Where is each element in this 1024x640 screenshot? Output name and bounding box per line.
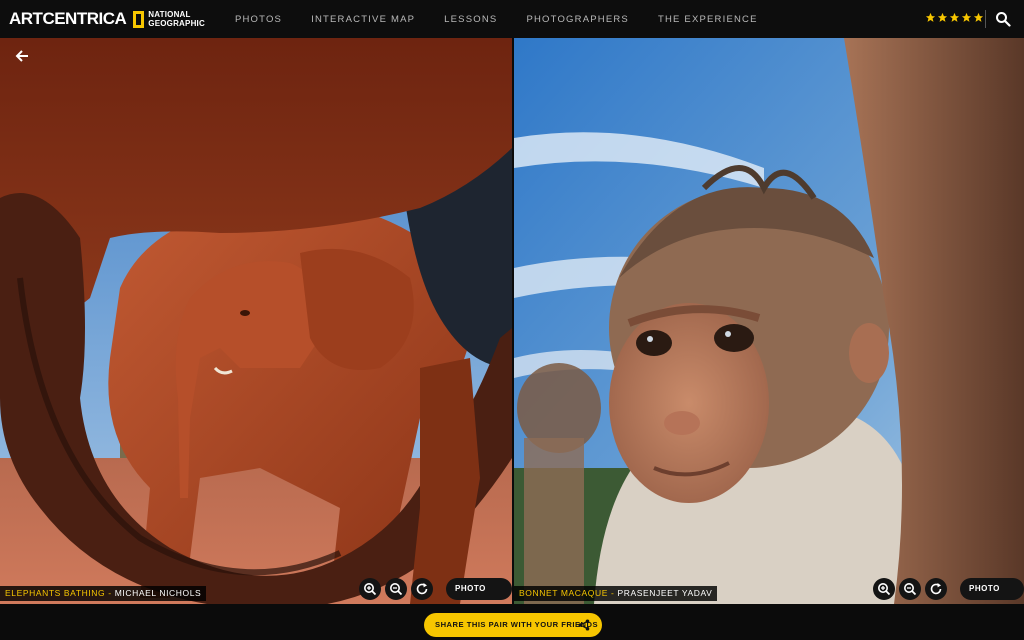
left-photo-title: ELEPHANTS BATHING — [5, 588, 106, 598]
brand-logo[interactable]: ARTCENTRICA NATIONAL GEOGRAPHIC — [9, 9, 205, 29]
brand-name: ARTCENTRICA — [9, 9, 127, 28]
right-photo-title: BONNET MACAQUE — [519, 588, 609, 598]
elephants-photo[interactable] — [0, 38, 512, 604]
macaque-photo[interactable] — [514, 38, 1024, 604]
main-nav: PHOTOS INTERACTIVE MAP LESSONS PHOTOGRAP… — [235, 14, 787, 25]
left-zoom-in-button[interactable] — [359, 578, 381, 600]
left-reset-button[interactable] — [411, 578, 433, 600]
right-photo-info-button[interactable]: PHOTO INFO — [960, 578, 1024, 600]
right-photo-author: PRASENJEET YADAV — [617, 588, 713, 598]
partner-line-2: GEOGRAPHIC — [148, 19, 205, 28]
share-pair-button[interactable]: SHARE THIS PAIR WITH YOUR FRIENDS — [424, 613, 602, 637]
header-divider — [985, 10, 986, 28]
nav-item-the-experience[interactable]: THE EXPERIENCE — [658, 14, 758, 25]
left-caption-separator: - — [108, 588, 112, 598]
share-icon — [578, 619, 590, 631]
top-navigation-bar: ARTCENTRICA NATIONAL GEOGRAPHIC PHOTOS I… — [0, 0, 1024, 38]
nav-item-interactive-map[interactable]: INTERACTIVE MAP — [311, 14, 415, 25]
left-photo-caption: ELEPHANTS BATHING - MICHAEL NICHOLS — [0, 586, 207, 601]
rating-stars[interactable] — [925, 12, 985, 23]
nav-item-lessons[interactable]: LESSONS — [444, 14, 497, 25]
refresh-icon — [416, 583, 428, 595]
right-photo-panel: BONNET MACAQUE-PRASENJEET YADAV PHOTO IN… — [514, 38, 1024, 604]
left-photo-panel: ELEPHANTS BATHING - MICHAEL NICHOLS PHOTO … — [0, 38, 512, 604]
star-icon — [925, 12, 936, 22]
right-zoom-out-button[interactable] — [899, 578, 921, 600]
star-icon — [961, 12, 972, 22]
search-icon[interactable] — [995, 11, 1011, 27]
zoom-out-icon — [390, 583, 403, 596]
right-reset-button[interactable] — [925, 578, 947, 600]
right-photo-caption: BONNET MACAQUE - PRASENJEET YADAV — [514, 586, 718, 601]
star-icon — [949, 12, 960, 22]
partner-logo-text: NATIONAL GEOGRAPHIC — [148, 10, 205, 28]
national-geographic-logo-icon — [133, 10, 145, 28]
star-icon — [937, 12, 948, 22]
zoom-in-icon — [364, 583, 377, 596]
nav-item-photographers[interactable]: PHOTOGRAPHERS — [526, 14, 629, 25]
right-zoom-in-button[interactable] — [873, 578, 895, 600]
partner-line-1: NATIONAL — [148, 10, 191, 19]
left-photo-author: MICHAEL NICHOLS — [114, 588, 202, 598]
star-icon — [973, 12, 984, 22]
back-arrow-icon[interactable] — [14, 48, 30, 64]
left-zoom-out-button[interactable] — [385, 578, 407, 600]
right-caption-separator: - — [611, 588, 615, 598]
left-photo-info-button[interactable]: PHOTO INFO — [446, 578, 512, 600]
bottom-bar: SHARE THIS PAIR WITH YOUR FRIENDS — [0, 604, 1024, 640]
zoom-out-icon — [904, 583, 917, 596]
zoom-in-icon — [878, 583, 891, 596]
share-button-label: SHARE THIS PAIR WITH YOUR FRIENDS — [435, 620, 599, 629]
nav-item-photos[interactable]: PHOTOS — [235, 14, 282, 25]
refresh-icon — [930, 583, 942, 595]
